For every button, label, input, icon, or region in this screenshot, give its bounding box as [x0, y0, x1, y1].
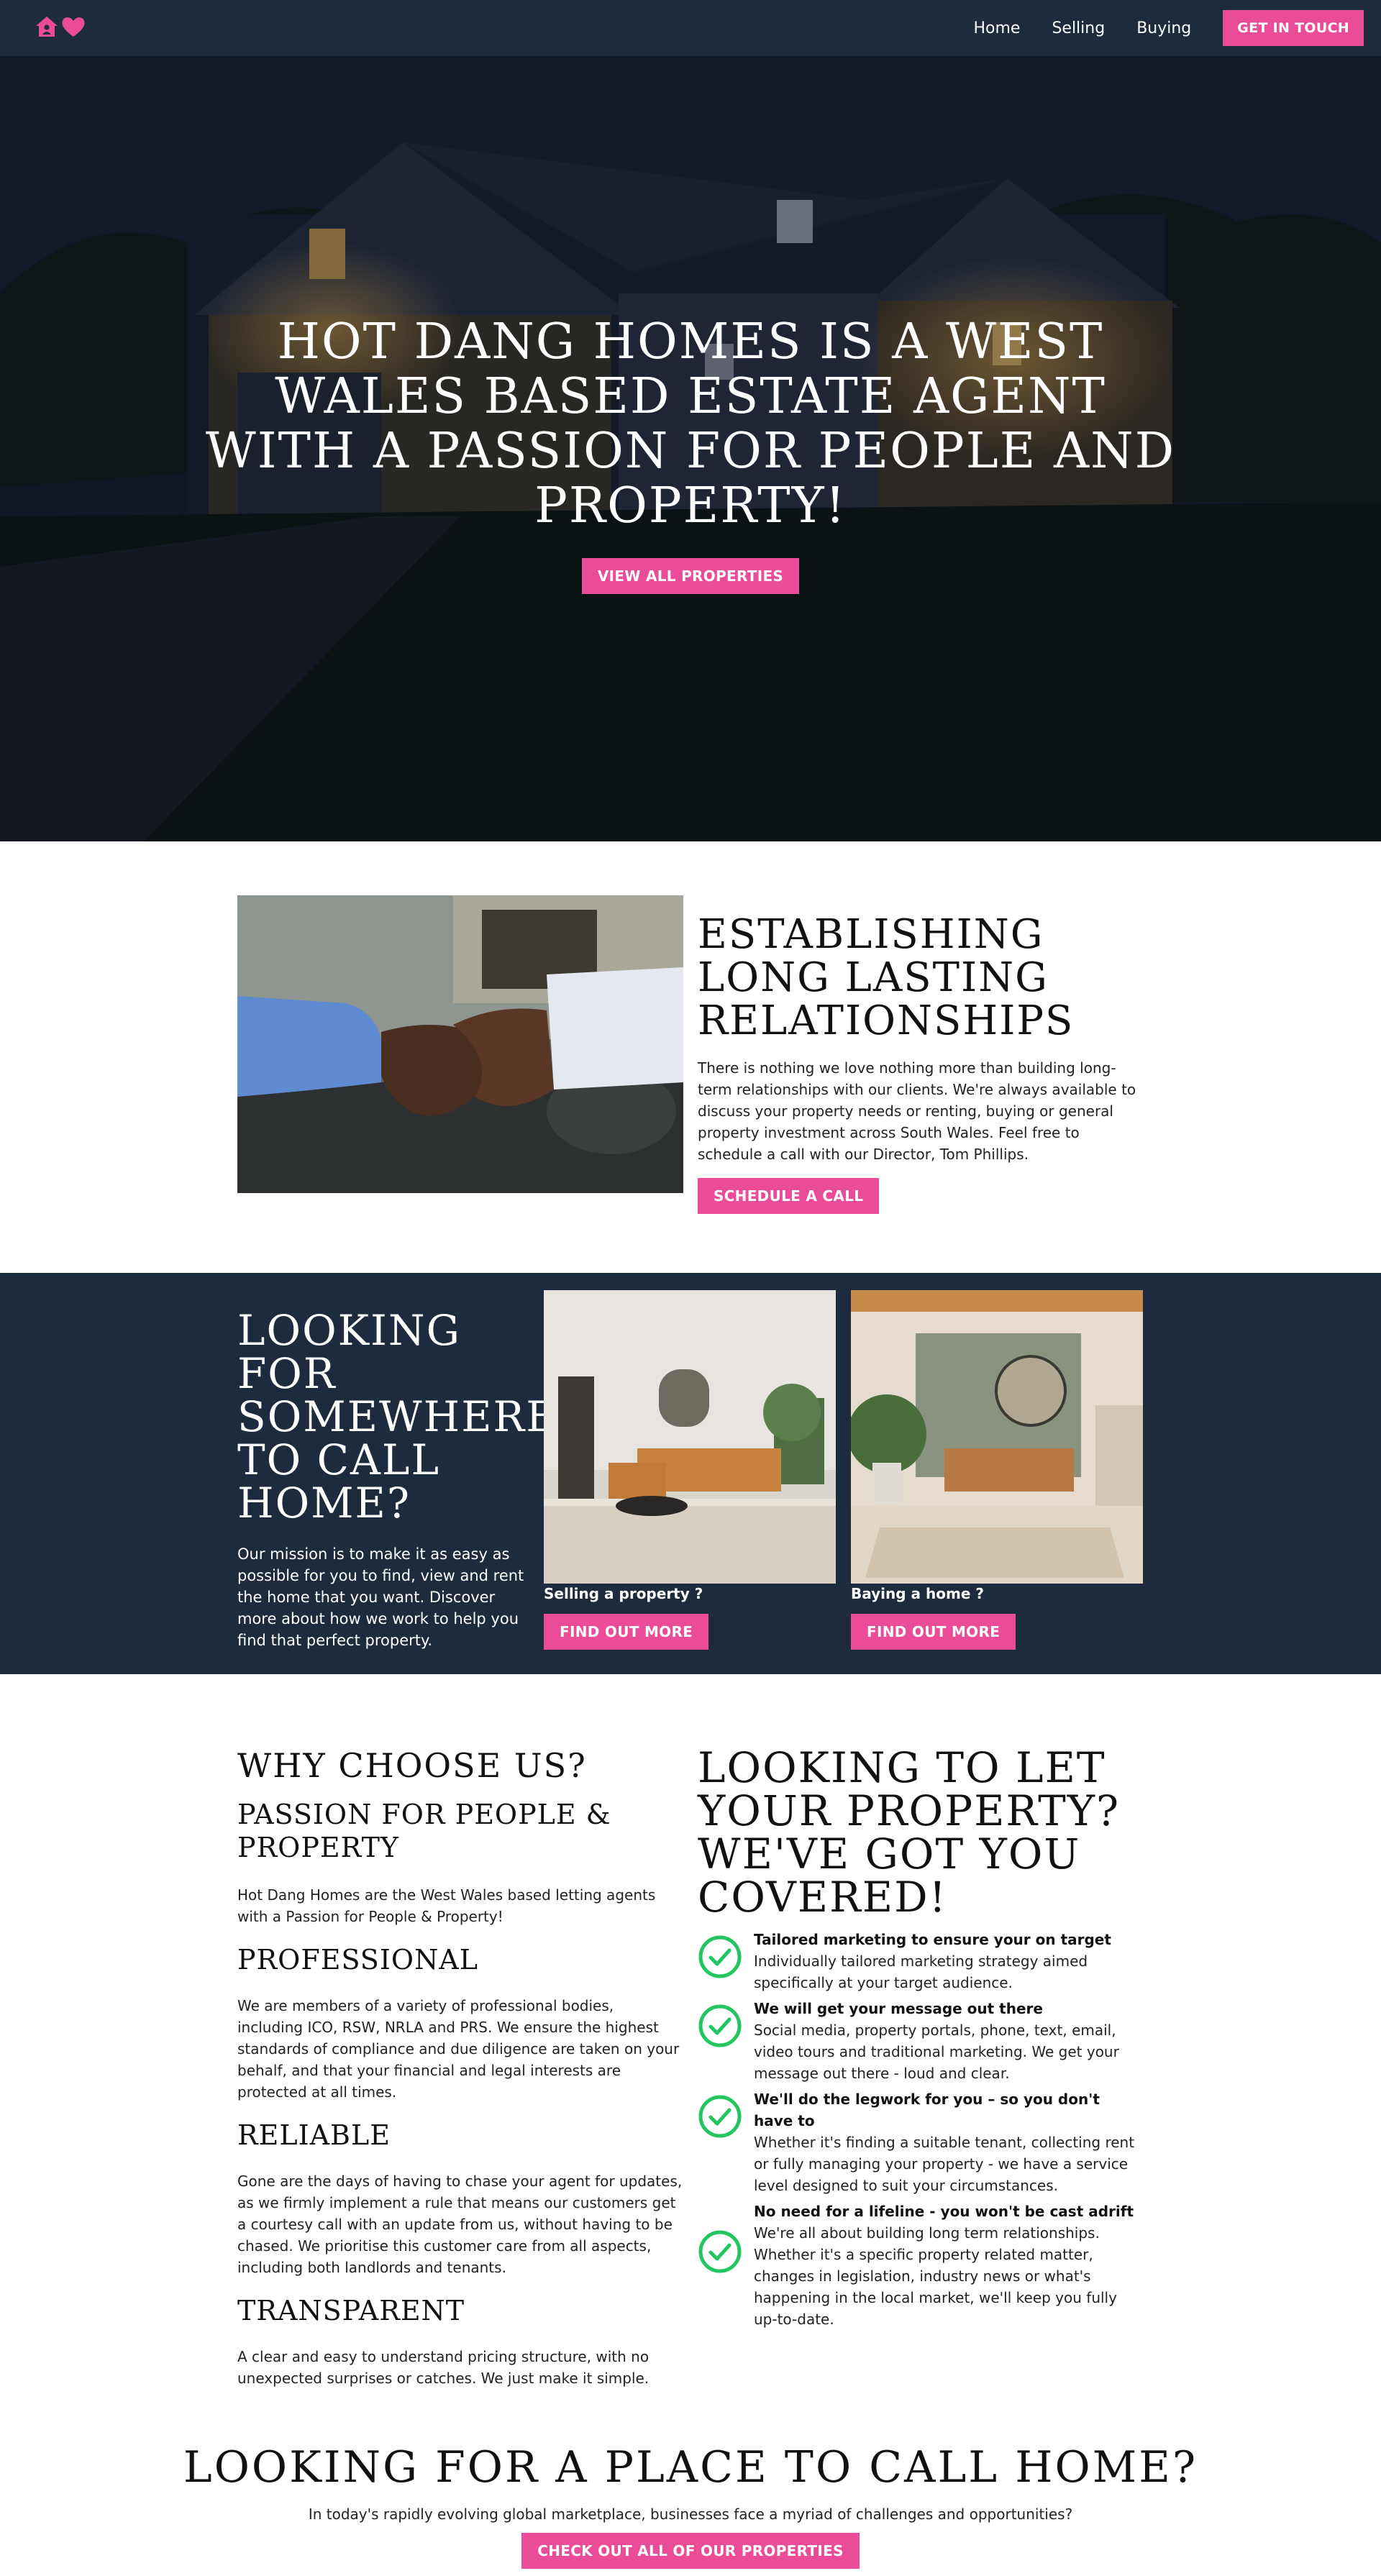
nav-buying-link[interactable]: Buying	[1136, 19, 1191, 37]
handshake-image	[237, 895, 683, 1193]
feature-item: Tailored marketing to ensure your on tar…	[698, 1929, 1144, 1993]
buying-room-image	[851, 1290, 1143, 1584]
looking-heading: LOOKING FOR SOMEWHERE TO CALL HOME?	[237, 1306, 558, 1527]
relationships-text: ESTABLISHING LONG LASTING RELATIONSHIPS …	[698, 913, 1144, 1214]
heart-icon	[60, 15, 86, 41]
check-circle-icon	[698, 2229, 742, 2277]
relationships-section: ESTABLISHING LONG LASTING RELATIONSHIPS …	[0, 841, 1381, 1273]
selling-find-out-more-button[interactable]: FIND OUT MORE	[544, 1614, 709, 1650]
selling-caption: Selling a property ?	[544, 1585, 703, 1602]
feature-title: We'll do the legwork for you – so you do…	[754, 2091, 1100, 2129]
transparent-body: A clear and easy to understand pricing s…	[237, 2348, 650, 2387]
feature-item: We will get your message out there Socia…	[698, 1998, 1144, 2084]
check-circle-icon	[698, 1935, 742, 1982]
nav-selling-link[interactable]: Selling	[1052, 19, 1105, 37]
feature-title: No need for a lifeline - you won't be ca…	[754, 2203, 1134, 2220]
looking-text: LOOKING FOR SOMEWHERE TO CALL HOME? Our …	[237, 1306, 558, 1651]
schedule-call-button[interactable]: SCHEDULE A CALL	[698, 1178, 880, 1214]
professional-heading: PROFESSIONAL	[237, 1944, 478, 1976]
site-logo[interactable]	[35, 15, 86, 41]
feature-body: Individually tailored marketing strategy…	[754, 1952, 1088, 1991]
feature-item: No need for a lifeline - you won't be ca…	[698, 2201, 1144, 2330]
feature-body: Whether it's finding a suitable tenant, …	[754, 2134, 1135, 2194]
why-choose-section: WHY CHOOSE US? PASSION FOR PEOPLE & PROP…	[0, 1674, 1381, 2393]
buying-caption: Baying a home ?	[851, 1585, 984, 1602]
relationships-heading: ESTABLISHING LONG LASTING RELATIONSHIPS	[698, 911, 1075, 1044]
get-in-touch-button[interactable]: GET IN TOUCH	[1223, 10, 1364, 46]
relationships-body: There is nothing we love nothing more th…	[698, 1059, 1136, 1163]
buying-find-out-more-button[interactable]: FIND OUT MORE	[851, 1614, 1016, 1650]
reliable-heading: RELIABLE	[237, 2119, 391, 2151]
letting-column: LOOKING TO LET YOUR PROPERTY? WE'VE GOT …	[698, 1746, 1144, 2330]
call-home-body: In today's rapidly evolving global marke…	[308, 2506, 1073, 2523]
feature-body: We're all about building long term relat…	[754, 2224, 1117, 2328]
buying-card: Baying a home ? FIND OUT MORE	[851, 1290, 1143, 1650]
hero-title: HOT DANG HOMES IS A WEST WALES BASED EST…	[205, 314, 1176, 534]
hero-section: HOT DANG HOMES IS A WEST WALES BASED EST…	[0, 56, 1381, 841]
view-all-properties-button[interactable]: VIEW ALL PROPERTIES	[581, 558, 800, 594]
transparent-heading: TRANSPARENT	[237, 2295, 465, 2326]
feature-title: We will get your message out there	[754, 2000, 1043, 2017]
nav-home-link[interactable]: Home	[973, 19, 1020, 37]
home-icon	[35, 15, 59, 41]
check-circle-icon	[698, 2094, 742, 2142]
check-out-properties-button[interactable]: CHECK OUT ALL OF OUR PROPERTIES	[521, 2533, 860, 2569]
top-navbar: Home Selling Buying GET IN TOUCH	[0, 0, 1381, 56]
why-choose-column: WHY CHOOSE US? PASSION FOR PEOPLE & PROP…	[237, 1746, 683, 2389]
passion-body: Hot Dang Homes are the West Wales based …	[237, 1886, 656, 1925]
feature-body: Social media, property portals, phone, t…	[754, 2022, 1119, 2082]
looking-section: LOOKING FOR SOMEWHERE TO CALL HOME? Our …	[0, 1273, 1381, 1674]
passion-heading: PASSION FOR PEOPLE & PROPERTY	[237, 1799, 611, 1863]
looking-body: Our mission is to make it as easy as pos…	[237, 1545, 524, 1649]
letting-heading: LOOKING TO LET YOUR PROPERTY? WE'VE GOT …	[698, 1743, 1121, 1922]
call-home-heading: LOOKING FOR A PLACE TO CALL HOME?	[183, 2442, 1198, 2493]
hero-content: HOT DANG HOMES IS A WEST WALES BASED EST…	[0, 315, 1381, 594]
nav-links: Home Selling Buying GET IN TOUCH	[973, 10, 1364, 46]
feature-title: Tailored marketing to ensure your on tar…	[754, 1931, 1111, 1948]
why-choose-heading: WHY CHOOSE US?	[237, 1746, 587, 1785]
selling-room-image	[544, 1290, 836, 1584]
reliable-body: Gone are the days of having to chase you…	[237, 2173, 683, 2276]
call-home-section: LOOKING FOR A PLACE TO CALL HOME? In tod…	[0, 2431, 1381, 2576]
selling-card: Selling a property ? FIND OUT MORE	[544, 1290, 836, 1650]
feature-item: We'll do the legwork for you – so you do…	[698, 2088, 1144, 2196]
professional-body: We are members of a variety of professio…	[237, 1997, 680, 2101]
check-circle-icon	[698, 2004, 742, 2051]
